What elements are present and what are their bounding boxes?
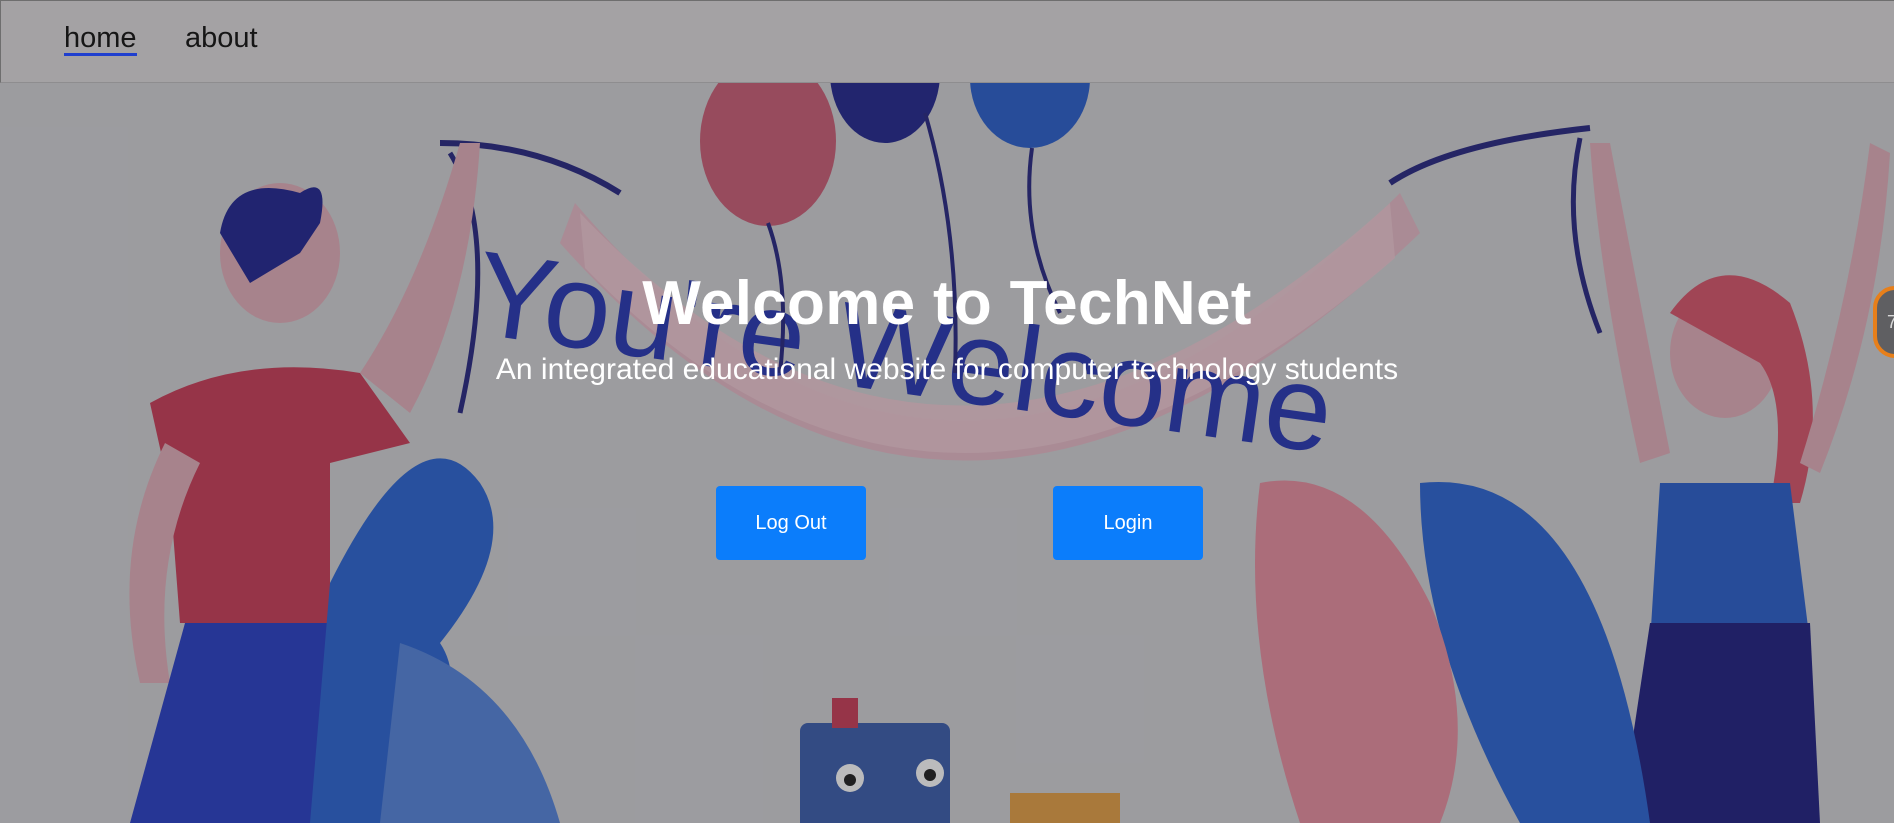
hero-subtitle: An integrated educational website for co… (495, 353, 1399, 386)
login-button[interactable]: Login (1053, 486, 1203, 560)
nav-link-home[interactable]: home (64, 23, 137, 56)
hero-section: You're Welcome Welcome to TechNet An int… (0, 83, 1894, 823)
hero-overlay (0, 83, 1894, 823)
floating-widget[interactable]: 7 (1873, 286, 1894, 358)
logout-button[interactable]: Log Out (716, 486, 866, 560)
nav-link-about[interactable]: about (185, 23, 258, 53)
hero-title: Welcome to TechNet (642, 269, 1252, 338)
top-navbar: home about (0, 0, 1894, 83)
floating-widget-label: 7 (1887, 312, 1894, 332)
